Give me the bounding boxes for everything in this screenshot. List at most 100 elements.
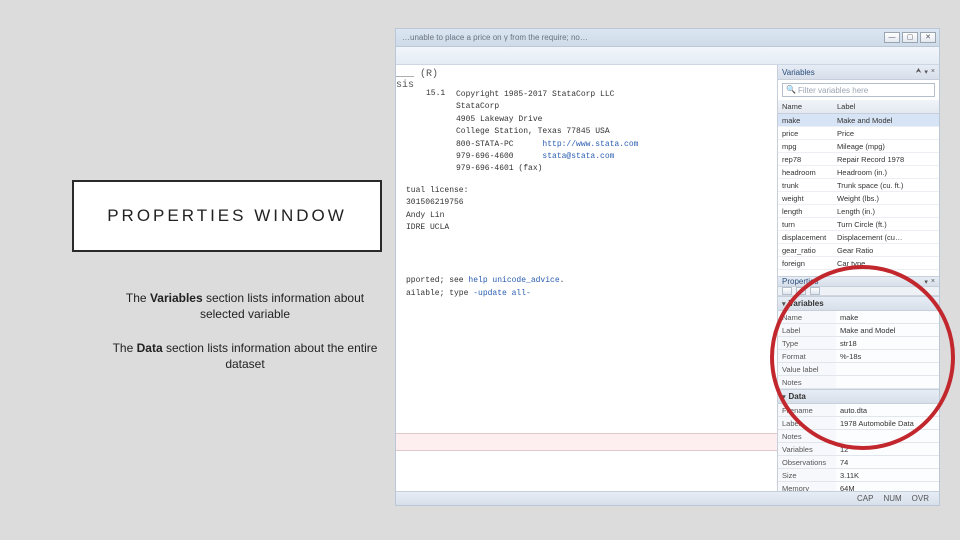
variables-table[interactable]: Name Label makeMake and ModelpricePricem… [778, 100, 939, 270]
url-link[interactable]: http://www.stata.com [542, 140, 638, 149]
status-cap: CAP [857, 494, 873, 503]
close-button[interactable]: ✕ [920, 32, 936, 43]
prop-value[interactable]: Make and Model [836, 324, 939, 337]
variables-panel: Variables ⮝ ▾ × 🔍 Filter variables here [778, 65, 939, 277]
properties-vars-grid: NamemakeLabelMake and ModelTypestr18Form… [778, 311, 939, 389]
prop-value[interactable] [836, 376, 939, 389]
var-label: Turn Circle (ft.) [833, 218, 939, 231]
properties-toolbar[interactable] [778, 287, 939, 296]
window-buttons: — ▢ ✕ [884, 32, 939, 43]
var-label: Gear Ratio [833, 244, 939, 257]
prop-value[interactable]: str18 [836, 337, 939, 350]
table-row[interactable]: trunkTrunk space (cu. ft.) [778, 179, 939, 192]
properties-panel-header[interactable]: Properties ▾ × [778, 277, 939, 287]
pin-icon[interactable]: ⮝ [915, 68, 921, 76]
logo-suffix: ___ (R) sis [396, 69, 438, 91]
table-row[interactable]: mpgMileage (mpg) [778, 140, 939, 153]
lock-icon[interactable] [782, 287, 792, 295]
prev-icon[interactable] [796, 287, 806, 295]
dropdown-icon[interactable]: ▾ [924, 68, 928, 76]
table-row[interactable]: gear_ratioGear Ratio [778, 244, 939, 257]
prop-key: Variables [778, 443, 836, 456]
properties-data-head[interactable]: Data [778, 389, 939, 404]
var-name: price [778, 127, 833, 140]
text: Andy Lin [406, 210, 468, 222]
table-row[interactable]: weightWeight (lbs.) [778, 192, 939, 205]
var-name: length [778, 205, 833, 218]
help-link[interactable]: help unicode_advice [468, 276, 559, 285]
prop-value[interactable]: 74 [836, 456, 939, 469]
advice-block: pported; see help unicode_advice. ailabl… [406, 275, 564, 301]
prop-value[interactable]: auto.dta [836, 404, 939, 417]
close-icon[interactable]: × [931, 68, 935, 76]
minimize-button[interactable]: — [884, 32, 900, 43]
table-row[interactable]: pricePrice [778, 127, 939, 140]
command-input-area[interactable] [396, 451, 777, 491]
email-link[interactable]: stata@stata.com [542, 152, 614, 161]
prop-value[interactable]: 64M [836, 482, 939, 491]
close-icon[interactable]: × [931, 278, 935, 286]
prop-value[interactable]: %-18s [836, 350, 939, 363]
panel-title: Properties [782, 277, 818, 286]
var-label: Length (in.) [833, 205, 939, 218]
window-title: …unable to place a price on γ from the r… [396, 33, 588, 42]
var-name: headroom [778, 166, 833, 179]
prop-key: Type [778, 337, 836, 350]
var-name: foreign [778, 257, 833, 270]
prop-key: Memory [778, 482, 836, 491]
text: Data [789, 392, 806, 401]
command-link[interactable]: -update all- [473, 289, 531, 298]
search-icon: 🔍 [786, 85, 796, 94]
var-label: Mileage (mpg) [833, 140, 939, 153]
stata-window: …unable to place a price on γ from the r… [395, 28, 940, 506]
prop-key: Value label [778, 363, 836, 376]
table-row[interactable]: makeMake and Model [778, 114, 939, 127]
prop-key: Name [778, 311, 836, 324]
slide-desc-data: The Data section lists information about… [110, 340, 380, 372]
table-row[interactable]: foreignCar type [778, 257, 939, 270]
variables-panel-header[interactable]: Variables ⮝ ▾ × [778, 65, 939, 80]
results-pane[interactable]: ___ (R) sis 15.1 Copyright 1985-2017 Sta… [396, 65, 777, 491]
dropdown-icon[interactable]: ▾ [924, 278, 928, 286]
col-name[interactable]: Name [778, 100, 833, 114]
table-row[interactable]: turnTurn Circle (ft.) [778, 218, 939, 231]
prop-value[interactable]: make [836, 311, 939, 324]
text: tual license: [406, 185, 468, 197]
var-label: Trunk space (cu. ft.) [833, 179, 939, 192]
placeholder-text: Filter variables here [798, 86, 868, 95]
var-name: displacement [778, 231, 833, 244]
var-name: weight [778, 192, 833, 205]
toolbar[interactable] [396, 47, 939, 65]
prop-value[interactable] [836, 430, 939, 443]
var-name: mpg [778, 140, 833, 153]
bold-word: Data [137, 341, 163, 355]
col-label[interactable]: Label [833, 100, 939, 114]
next-icon[interactable] [810, 287, 820, 295]
prop-value[interactable]: 1978 Automobile Data [836, 417, 939, 430]
maximize-button[interactable]: ▢ [902, 32, 918, 43]
prop-value[interactable]: 12 [836, 443, 939, 456]
properties-vars-head[interactable]: Variables [778, 296, 939, 311]
slide-title: PROPERTIES WINDOW [72, 180, 382, 252]
bold-word: Variables [150, 291, 203, 305]
table-row[interactable]: rep78Repair Record 1978 [778, 153, 939, 166]
text: Copyright 1985-2017 StataCorp LLC [456, 89, 638, 101]
prop-value[interactable] [836, 363, 939, 376]
panel-title: Variables [782, 68, 815, 77]
table-row[interactable]: displacementDisplacement (cu… [778, 231, 939, 244]
text: sis [396, 80, 414, 91]
variables-filter-input[interactable]: 🔍 Filter variables here [782, 83, 935, 97]
titlebar[interactable]: …unable to place a price on γ from the r… [396, 29, 939, 47]
var-label: Car type [833, 257, 939, 270]
var-label: Weight (lbs.) [833, 192, 939, 205]
prop-key: Notes [778, 376, 836, 389]
table-row[interactable]: headroomHeadroom (in.) [778, 166, 939, 179]
var-label: Price [833, 127, 939, 140]
slide-title-text: PROPERTIES WINDOW [107, 206, 347, 226]
command-history-bar[interactable] [396, 433, 777, 451]
prop-value[interactable]: 3.11K [836, 469, 939, 482]
status-bar: CAP NUM OVR [396, 491, 939, 505]
var-label: Displacement (cu… [833, 231, 939, 244]
table-row[interactable]: lengthLength (in.) [778, 205, 939, 218]
prop-key: Notes [778, 430, 836, 443]
